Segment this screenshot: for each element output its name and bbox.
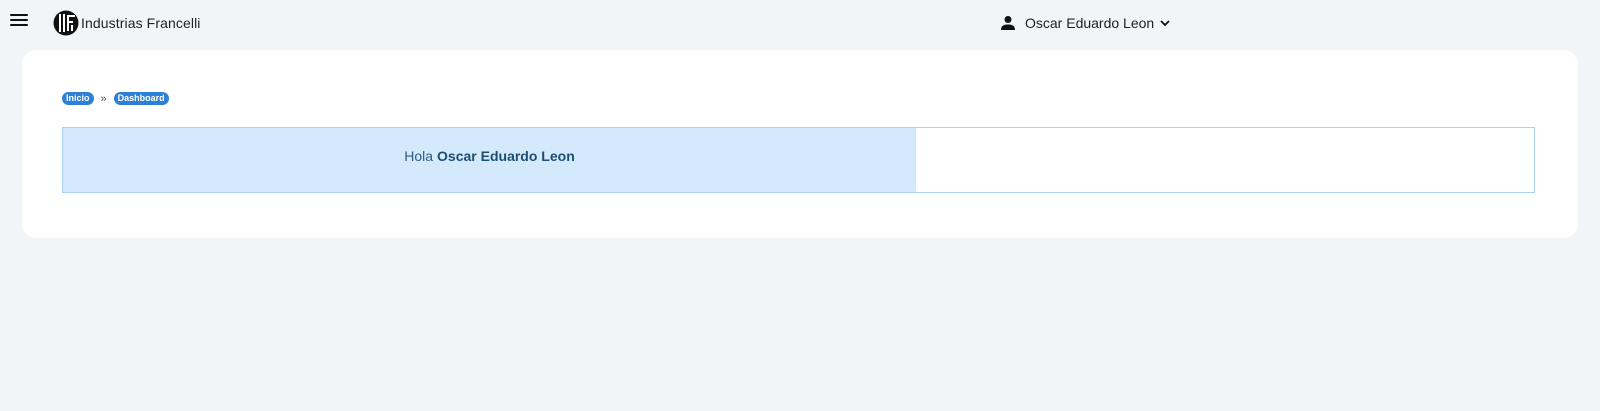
user-name: Oscar Eduardo Leon xyxy=(1025,15,1155,31)
breadcrumb-item-dashboard[interactable]: Dashboard xyxy=(113,92,169,105)
welcome-panel-right xyxy=(916,128,1534,192)
user-menu[interactable]: Oscar Eduardo Leon xyxy=(1000,12,1171,34)
brand-name: Industrias Francelli xyxy=(81,15,201,31)
francelli-logo-icon xyxy=(53,10,79,36)
welcome-message: Hola Oscar Eduardo Leon xyxy=(63,128,916,192)
person-icon xyxy=(1001,16,1015,30)
welcome-greeting: Hola xyxy=(404,148,434,164)
hamburger-menu-icon[interactable] xyxy=(10,14,28,30)
welcome-user-name: Oscar Eduardo Leon xyxy=(437,148,575,164)
breadcrumb-separator: » xyxy=(100,92,107,105)
breadcrumb: Inicio » Dashboard xyxy=(62,92,169,105)
welcome-panel: Hola Oscar Eduardo Leon xyxy=(62,127,1535,193)
top-navbar: Industrias Francelli Oscar Eduardo Leon xyxy=(0,0,1600,46)
main-card: Inicio » Dashboard Hola Oscar Eduardo Le… xyxy=(22,50,1578,238)
breadcrumb-item-inicio[interactable]: Inicio xyxy=(62,92,94,105)
chevron-down-icon xyxy=(1160,20,1170,27)
brand[interactable]: Industrias Francelli xyxy=(53,10,201,36)
